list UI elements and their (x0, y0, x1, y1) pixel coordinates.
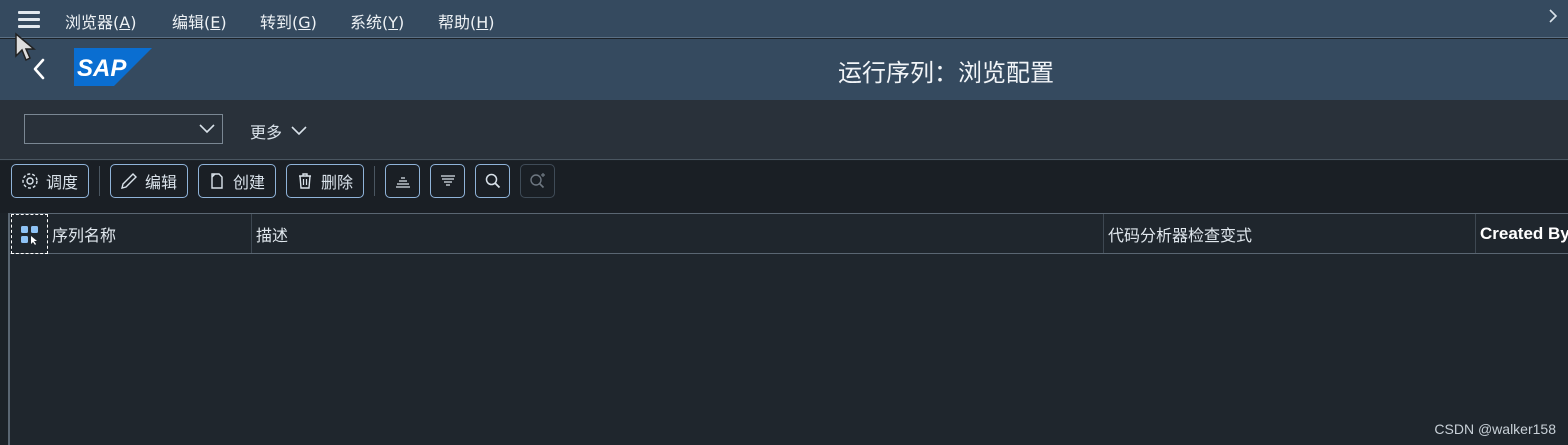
sort-descending-icon (440, 175, 455, 186)
chevron-down-icon (291, 126, 307, 136)
select-all-button[interactable] (11, 214, 48, 254)
search-icon (485, 173, 500, 189)
chevron-down-icon (199, 124, 215, 134)
toolbar-separator (374, 166, 375, 196)
delete-button[interactable]: 删除 (286, 164, 364, 198)
more-button[interactable]: 更多 (250, 119, 308, 143)
document-icon (211, 173, 223, 189)
chevron-right-icon[interactable] (1548, 8, 1558, 28)
menu-help[interactable]: 帮助(H) (438, 9, 495, 33)
variant-select[interactable] (24, 114, 223, 144)
sap-logo: SAP (74, 48, 152, 86)
hamburger-menu-icon[interactable] (18, 11, 40, 29)
select-all-icon (21, 226, 38, 245)
sort-descending-button[interactable] (430, 164, 465, 198)
edit-button[interactable]: 编辑 (110, 164, 188, 198)
toolbar-separator (99, 166, 100, 196)
sequence-table: 序列名称 描述 代码分析器检查变式 Created By (8, 213, 1568, 445)
watermark: CSDN @walker158 (1434, 421, 1556, 437)
schedule-button[interactable]: 调度 (11, 164, 89, 198)
shell-header: SAP 运行序列：浏览配置 (0, 39, 1568, 100)
menu-edit[interactable]: 编辑(E) (172, 9, 227, 33)
sort-ascending-button[interactable] (385, 164, 420, 198)
menu-goto[interactable]: 转到(G) (260, 9, 317, 33)
trash-icon (299, 173, 311, 189)
search-plus-icon (529, 173, 545, 189)
menu-bar: 浏览器(A) 编辑(E) 转到(G) 系统(Y) 帮助(H) (0, 0, 1568, 38)
gear-icon (22, 173, 38, 189)
column-header-sequence-name[interactable]: 序列名称 (48, 214, 252, 253)
search-next-button[interactable] (520, 164, 555, 198)
table-toolbar: 调度 编辑 创建 删除 (0, 161, 1568, 213)
menu-system[interactable]: 系统(Y) (350, 9, 404, 33)
pencil-icon (121, 173, 137, 189)
create-button[interactable]: 创建 (198, 164, 276, 198)
column-header-description[interactable]: 描述 (252, 214, 1104, 253)
mouse-cursor-icon (15, 32, 36, 62)
table-header: 序列名称 描述 代码分析器检查变式 Created By (10, 213, 1568, 254)
column-header-created-by[interactable]: Created By (1476, 214, 1568, 253)
column-header-code-inspector-variant[interactable]: 代码分析器检查变式 (1104, 214, 1476, 253)
page-title: 运行序列：浏览配置 (838, 59, 1054, 87)
search-button[interactable] (475, 164, 510, 198)
more-label: 更多 (250, 123, 283, 142)
menu-browser[interactable]: 浏览器(A) (65, 9, 136, 33)
svg-text:SAP: SAP (77, 55, 127, 82)
sort-ascending-icon (395, 177, 410, 188)
filter-bar: 更多 (0, 100, 1568, 160)
